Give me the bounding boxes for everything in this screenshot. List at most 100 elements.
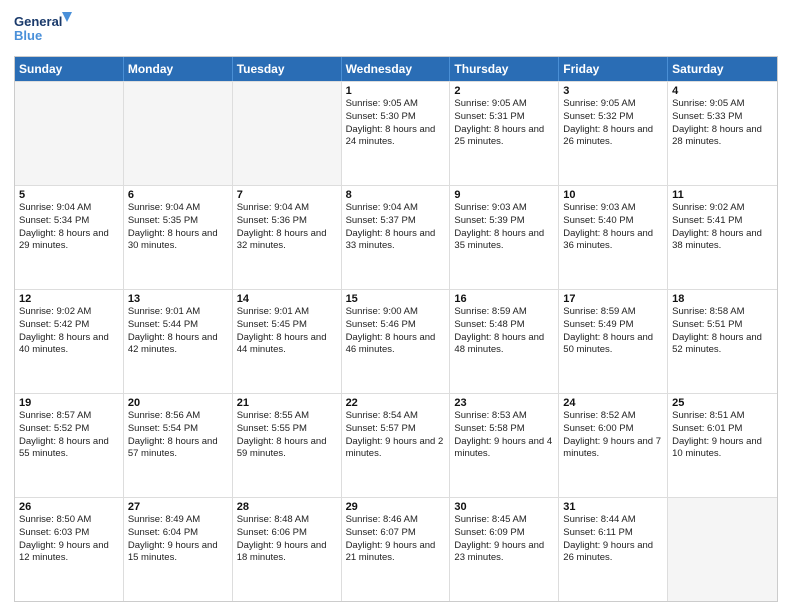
sunrise-text: Sunrise: 8:49 AM: [128, 514, 228, 527]
sunrise-text: Sunrise: 9:03 AM: [563, 202, 663, 215]
sunrise-text: Sunrise: 9:02 AM: [19, 306, 119, 319]
calendar-row: 5Sunrise: 9:04 AMSunset: 5:34 PMDaylight…: [15, 185, 777, 289]
sunrise-text: Sunrise: 8:59 AM: [563, 306, 663, 319]
weekday-header: Saturday: [668, 57, 777, 81]
sunrise-text: Sunrise: 8:58 AM: [672, 306, 773, 319]
daylight-text: Daylight: 9 hours and 4 minutes.: [454, 436, 554, 462]
sunrise-text: Sunrise: 9:00 AM: [346, 306, 446, 319]
sunset-text: Sunset: 6:00 PM: [563, 423, 663, 436]
sunrise-text: Sunrise: 8:55 AM: [237, 410, 337, 423]
daylight-text: Daylight: 9 hours and 26 minutes.: [563, 540, 663, 566]
day-number: 26: [19, 501, 119, 513]
calendar-cell: 31Sunrise: 8:44 AMSunset: 6:11 PMDayligh…: [559, 498, 668, 601]
sunrise-text: Sunrise: 8:44 AM: [563, 514, 663, 527]
calendar-cell: 18Sunrise: 8:58 AMSunset: 5:51 PMDayligh…: [668, 290, 777, 393]
weekday-header: Tuesday: [233, 57, 342, 81]
sunset-text: Sunset: 5:31 PM: [454, 111, 554, 124]
calendar-cell: 12Sunrise: 9:02 AMSunset: 5:42 PMDayligh…: [15, 290, 124, 393]
day-number: 5: [19, 189, 119, 201]
daylight-text: Daylight: 8 hours and 24 minutes.: [346, 124, 446, 150]
day-number: 7: [237, 189, 337, 201]
day-number: 14: [237, 293, 337, 305]
daylight-text: Daylight: 8 hours and 57 minutes.: [128, 436, 228, 462]
calendar-cell: 14Sunrise: 9:01 AMSunset: 5:45 PMDayligh…: [233, 290, 342, 393]
sunset-text: Sunset: 5:44 PM: [128, 319, 228, 332]
day-number: 24: [563, 397, 663, 409]
sunset-text: Sunset: 5:37 PM: [346, 215, 446, 228]
weekday-header: Thursday: [450, 57, 559, 81]
sunrise-text: Sunrise: 9:02 AM: [672, 202, 773, 215]
sunset-text: Sunset: 5:30 PM: [346, 111, 446, 124]
calendar-cell: 30Sunrise: 8:45 AMSunset: 6:09 PMDayligh…: [450, 498, 559, 601]
calendar-header: SundayMondayTuesdayWednesdayThursdayFrid…: [15, 57, 777, 81]
sunrise-text: Sunrise: 8:53 AM: [454, 410, 554, 423]
daylight-text: Daylight: 9 hours and 18 minutes.: [237, 540, 337, 566]
day-number: 23: [454, 397, 554, 409]
sunrise-text: Sunrise: 9:05 AM: [672, 98, 773, 111]
daylight-text: Daylight: 8 hours and 30 minutes.: [128, 228, 228, 254]
calendar-cell: 20Sunrise: 8:56 AMSunset: 5:54 PMDayligh…: [124, 394, 233, 497]
calendar-cell: 16Sunrise: 8:59 AMSunset: 5:48 PMDayligh…: [450, 290, 559, 393]
calendar-row: 12Sunrise: 9:02 AMSunset: 5:42 PMDayligh…: [15, 289, 777, 393]
calendar-cell: [668, 498, 777, 601]
sunset-text: Sunset: 5:58 PM: [454, 423, 554, 436]
sunset-text: Sunset: 5:42 PM: [19, 319, 119, 332]
calendar-cell: 27Sunrise: 8:49 AMSunset: 6:04 PMDayligh…: [124, 498, 233, 601]
sunrise-text: Sunrise: 9:04 AM: [19, 202, 119, 215]
day-number: 6: [128, 189, 228, 201]
daylight-text: Daylight: 8 hours and 55 minutes.: [19, 436, 119, 462]
day-number: 9: [454, 189, 554, 201]
daylight-text: Daylight: 8 hours and 38 minutes.: [672, 228, 773, 254]
calendar-cell: 3Sunrise: 9:05 AMSunset: 5:32 PMDaylight…: [559, 82, 668, 185]
daylight-text: Daylight: 8 hours and 26 minutes.: [563, 124, 663, 150]
calendar-cell: 22Sunrise: 8:54 AMSunset: 5:57 PMDayligh…: [342, 394, 451, 497]
daylight-text: Daylight: 8 hours and 48 minutes.: [454, 332, 554, 358]
sunset-text: Sunset: 5:52 PM: [19, 423, 119, 436]
sunset-text: Sunset: 5:36 PM: [237, 215, 337, 228]
calendar-cell: 6Sunrise: 9:04 AMSunset: 5:35 PMDaylight…: [124, 186, 233, 289]
calendar-cell: 13Sunrise: 9:01 AMSunset: 5:44 PMDayligh…: [124, 290, 233, 393]
sunset-text: Sunset: 5:32 PM: [563, 111, 663, 124]
calendar-cell: 25Sunrise: 8:51 AMSunset: 6:01 PMDayligh…: [668, 394, 777, 497]
sunset-text: Sunset: 5:33 PM: [672, 111, 773, 124]
sunset-text: Sunset: 5:41 PM: [672, 215, 773, 228]
daylight-text: Daylight: 8 hours and 59 minutes.: [237, 436, 337, 462]
weekday-header: Wednesday: [342, 57, 451, 81]
day-number: 2: [454, 85, 554, 97]
header: General Blue: [14, 10, 778, 50]
calendar-cell: [124, 82, 233, 185]
day-number: 19: [19, 397, 119, 409]
sunset-text: Sunset: 5:55 PM: [237, 423, 337, 436]
daylight-text: Daylight: 8 hours and 35 minutes.: [454, 228, 554, 254]
sunset-text: Sunset: 6:07 PM: [346, 527, 446, 540]
weekday-header: Friday: [559, 57, 668, 81]
day-number: 29: [346, 501, 446, 513]
sunrise-text: Sunrise: 9:05 AM: [346, 98, 446, 111]
calendar-cell: 29Sunrise: 8:46 AMSunset: 6:07 PMDayligh…: [342, 498, 451, 601]
daylight-text: Daylight: 8 hours and 42 minutes.: [128, 332, 228, 358]
day-number: 8: [346, 189, 446, 201]
daylight-text: Daylight: 8 hours and 25 minutes.: [454, 124, 554, 150]
calendar-page: General Blue SundayMondayTuesdayWednesda…: [0, 0, 792, 612]
sunrise-text: Sunrise: 9:05 AM: [563, 98, 663, 111]
sunset-text: Sunset: 5:35 PM: [128, 215, 228, 228]
day-number: 20: [128, 397, 228, 409]
day-number: 15: [346, 293, 446, 305]
daylight-text: Daylight: 9 hours and 2 minutes.: [346, 436, 446, 462]
calendar-row: 19Sunrise: 8:57 AMSunset: 5:52 PMDayligh…: [15, 393, 777, 497]
sunrise-text: Sunrise: 9:01 AM: [128, 306, 228, 319]
calendar-cell: [15, 82, 124, 185]
calendar-cell: 8Sunrise: 9:04 AMSunset: 5:37 PMDaylight…: [342, 186, 451, 289]
sunrise-text: Sunrise: 9:05 AM: [454, 98, 554, 111]
daylight-text: Daylight: 8 hours and 36 minutes.: [563, 228, 663, 254]
sunset-text: Sunset: 6:04 PM: [128, 527, 228, 540]
sunrise-text: Sunrise: 8:59 AM: [454, 306, 554, 319]
calendar-cell: 2Sunrise: 9:05 AMSunset: 5:31 PMDaylight…: [450, 82, 559, 185]
daylight-text: Daylight: 9 hours and 7 minutes.: [563, 436, 663, 462]
sunrise-text: Sunrise: 8:45 AM: [454, 514, 554, 527]
day-number: 22: [346, 397, 446, 409]
sunrise-text: Sunrise: 8:51 AM: [672, 410, 773, 423]
calendar-cell: 21Sunrise: 8:55 AMSunset: 5:55 PMDayligh…: [233, 394, 342, 497]
sunset-text: Sunset: 5:46 PM: [346, 319, 446, 332]
day-number: 31: [563, 501, 663, 513]
